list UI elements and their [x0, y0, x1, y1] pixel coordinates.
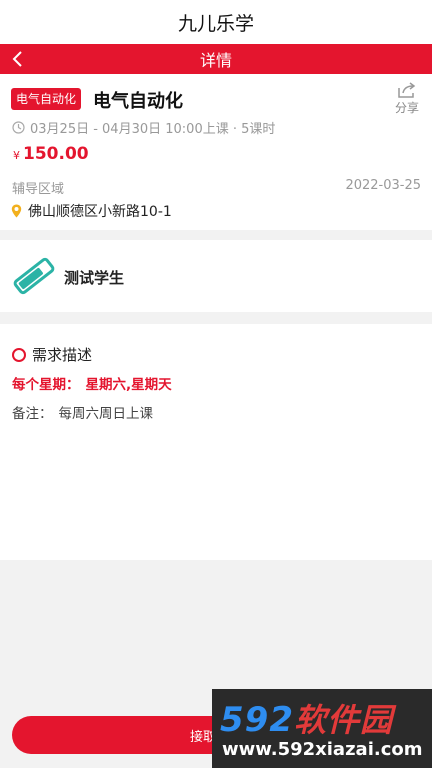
- note-value: 每周六周日上课: [58, 406, 154, 422]
- student-name: 测试学生: [64, 269, 125, 287]
- course-card: 电气自动化 电气自动化 分享 03月25日 - 04月30日 10:00上课 ·…: [0, 74, 432, 230]
- weekly-schedule: 每个星期： 星期六,星期天: [12, 373, 172, 393]
- requirements-title: 需求描述: [32, 346, 93, 364]
- share-button[interactable]: 分享: [388, 82, 426, 116]
- share-icon: [398, 82, 416, 98]
- weekly-days: 星期六,星期天: [85, 377, 172, 393]
- nav-title: 详情: [199, 51, 232, 70]
- weekly-label: 每个星期：: [12, 377, 80, 393]
- pen-icon: [13, 257, 55, 295]
- course-price: ¥150.00: [13, 144, 89, 164]
- requirements-heading: 需求描述: [12, 344, 92, 365]
- clock-icon: [12, 121, 25, 134]
- post-date: 2022-03-25: [345, 178, 421, 193]
- address-row: 佛山顺德区小新路10-1: [11, 201, 172, 221]
- app-title-bar: 九儿乐学: [0, 0, 432, 44]
- share-label: 分享: [394, 101, 419, 115]
- requirements-card: 需求描述 每个星期： 星期六,星期天 备注： 每周六周日上课: [0, 324, 432, 560]
- app-title: 九儿乐学: [177, 12, 254, 35]
- schedule-text: 03月25日 - 04月30日 10:00上课 · 5课时: [30, 122, 276, 137]
- ring-bullet-icon: [12, 347, 26, 362]
- note-label: 备注：: [12, 406, 53, 422]
- watermark-logo: 592软件园 www.592xiazai.com: [212, 689, 432, 768]
- nav-bar: 详情: [0, 44, 432, 74]
- course-tag: 电气自动化: [11, 88, 82, 110]
- student-card: 测试学生: [0, 240, 432, 312]
- price-value: 150.00: [23, 144, 89, 164]
- note-row: 备注： 每周六周日上课: [12, 402, 153, 422]
- course-title: 电气自动化: [93, 91, 183, 112]
- watermark-url: www.592xiazai.com: [222, 739, 423, 760]
- course-schedule: 03月25日 - 04月30日 10:00上课 · 5课时: [12, 118, 275, 137]
- area-label: 辅导区域: [12, 182, 65, 197]
- watermark-brand: 592软件园: [220, 700, 393, 740]
- back-arrow-icon[interactable]: [8, 48, 30, 70]
- address-text: 佛山顺德区小新路10-1: [28, 204, 172, 220]
- location-pin-icon: [11, 204, 22, 218]
- price-currency: ¥: [13, 149, 20, 162]
